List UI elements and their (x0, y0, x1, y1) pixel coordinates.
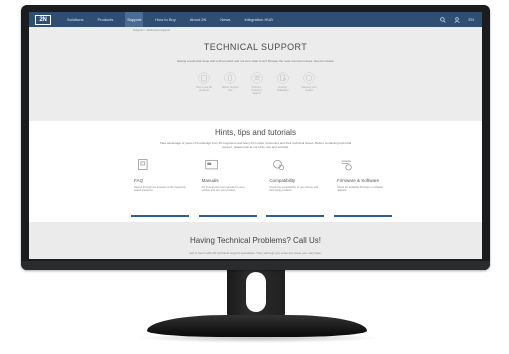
top-navigation-bar: 2N Solutions Products Support How to Buy… (29, 12, 482, 27)
hints-section: Hints, tips and tutorials Take advantage… (29, 121, 482, 222)
monitor-stand-base (147, 315, 367, 337)
hints-title: Hints, tips and tutorials (215, 128, 296, 137)
firmware-icon (341, 160, 352, 171)
page-title: TECHNICAL SUPPORT (203, 42, 308, 52)
support-link-partners[interactable]: Partners Customer Support (247, 72, 267, 100)
breadcrumb[interactable]: Support > Technical support (133, 28, 170, 32)
call-us-text: Get in touch with 2N technical support s… (189, 251, 322, 255)
card-manuals[interactable]: Manuals Go through the user manual for e… (198, 158, 257, 220)
book-icon (198, 72, 210, 84)
support-link-label: Product Availability (276, 86, 289, 92)
nav-item-support[interactable]: Support (125, 12, 144, 27)
card-faq[interactable]: FAQ Search through the answers to the fr… (131, 158, 189, 220)
nav-item-integration-hub[interactable]: Integration HUB (242, 12, 274, 27)
monitor-chin (21, 261, 490, 270)
support-link-label: Mobile Support Site (221, 86, 239, 92)
language-switcher[interactable]: EN (468, 17, 474, 22)
hints-subtitle: Take advantage of years of knowledge fro… (159, 141, 352, 149)
card-title: FAQ (134, 178, 144, 183)
support-link-label: Warranty and repairs (301, 86, 317, 92)
user-icon[interactable] (454, 16, 461, 23)
people-icon (250, 72, 263, 84)
monitor-stand-cable-slot (246, 272, 266, 312)
support-link-how-to[interactable]: How to use 2N products (194, 72, 214, 100)
nav-item-news[interactable]: News (218, 12, 232, 27)
card-title: Manuals (201, 178, 219, 183)
support-link-label: How to use 2N products (195, 86, 213, 92)
card-text: Search through the answers to the freque… (134, 186, 186, 193)
brand-logo[interactable]: 2N (35, 14, 51, 25)
card-title: Compatibility (269, 178, 296, 183)
nav-right-group: EN (440, 12, 474, 27)
nav-item-solutions[interactable]: Solutions (65, 12, 85, 27)
compatibility-icon (273, 159, 285, 171)
search-doc-icon (277, 72, 289, 84)
card-text: Check for available firmware or software… (336, 186, 384, 193)
nav-item-products[interactable]: Products (95, 12, 115, 27)
search-icon[interactable] (440, 16, 447, 23)
support-link-warranty[interactable]: Warranty and repairs (299, 72, 319, 100)
card-button-bar[interactable] (266, 215, 325, 217)
card-text: Go through the user manual for every ver… (201, 186, 245, 193)
manual-icon (205, 159, 218, 170)
warranty-icon (303, 72, 315, 84)
call-us-title: Having Technical Problems? Call Us! (189, 236, 322, 245)
hints-cards: FAQ Search through the answers to the fr… (131, 158, 392, 220)
card-text: Check the compatibility of your device w… (269, 186, 319, 193)
card-firmware[interactable]: Firmware & Software Check for available … (333, 158, 392, 220)
call-us-section: Having Technical Problems? Call Us! Get … (29, 222, 482, 259)
nav-item-about[interactable]: About 2N (188, 12, 209, 27)
support-links: How to use 2N products Mobile Support Si… (194, 72, 319, 100)
page-subtitle: Having a technical issue with a 2N produ… (176, 59, 335, 63)
card-button-bar[interactable] (131, 215, 189, 217)
support-link-label: Partners Customer Support (251, 86, 262, 95)
monitor-screen: 2N Solutions Products Support How to Buy… (29, 12, 482, 259)
card-title: Firmware & Software (336, 178, 379, 183)
support-link-mobile[interactable]: Mobile Support Site (220, 72, 240, 100)
card-compatibility[interactable]: Compatibility Check the compatibility of… (266, 158, 325, 220)
mobile-icon (224, 72, 236, 84)
support-link-availability[interactable]: Product Availability (273, 72, 293, 100)
nav-item-how-to-buy[interactable]: How to Buy (153, 12, 177, 27)
faq-icon (138, 159, 148, 171)
card-button-bar[interactable] (198, 215, 257, 217)
card-button-bar[interactable] (333, 215, 392, 217)
